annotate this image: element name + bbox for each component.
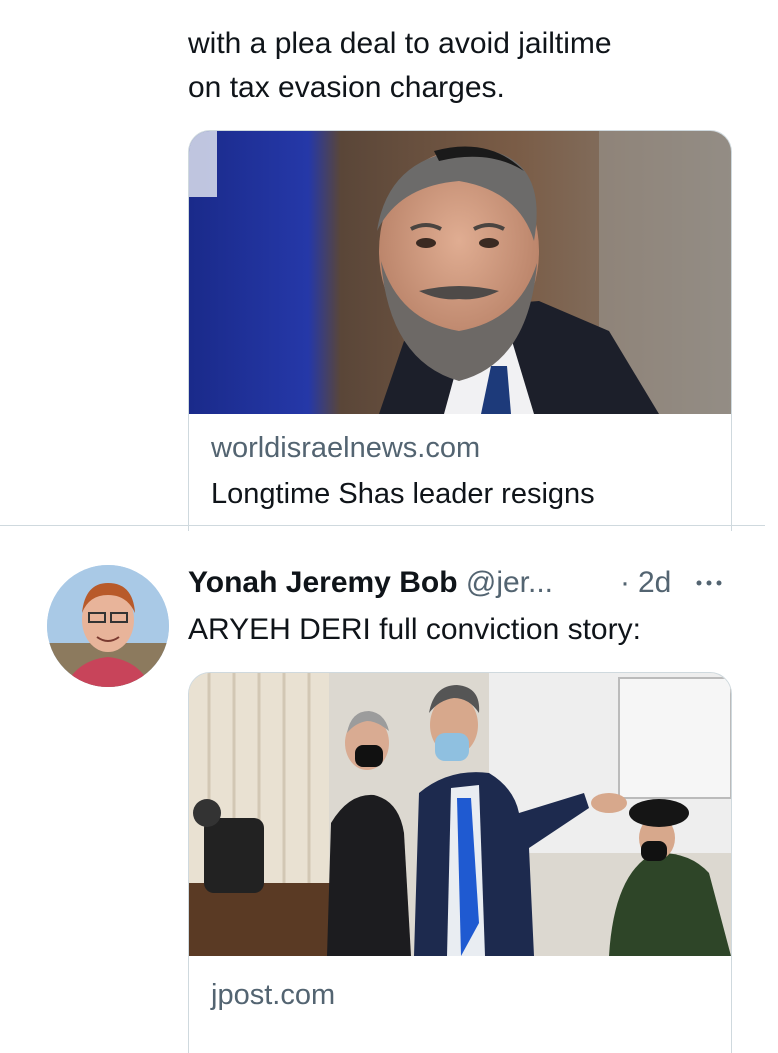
tweet-text-line-1: with a plea deal to avoid jailtime — [188, 27, 612, 60]
card-domain: worldisraelnews.com — [211, 432, 481, 464]
author-name[interactable]: Yonah Jeremy Bob — [188, 566, 458, 599]
more-icon[interactable] — [694, 568, 724, 594]
tweet-text-line-2: on tax evasion charges. — [188, 71, 505, 104]
tweet-timestamp[interactable]: 2d — [638, 561, 671, 605]
card-image-deri-portrait[interactable] — [189, 131, 731, 414]
link-card-worldisraelnews[interactable]: worldisraelnews.com Longtime Shas leader… — [188, 130, 732, 531]
tweet-divider — [0, 525, 765, 526]
courtroom-photo — [189, 673, 731, 956]
link-card-jpost[interactable]: jpost.com — [188, 672, 732, 1053]
avatar-photo — [47, 565, 169, 687]
card-domain: jpost.com — [211, 979, 336, 1011]
card-image-courtroom[interactable] — [189, 673, 731, 956]
author-handle[interactable]: @jer... — [466, 566, 553, 599]
avatar[interactable] — [47, 565, 169, 687]
card-title: Longtime Shas leader resigns — [211, 478, 595, 510]
portrait-photo — [189, 131, 731, 414]
tweet-text: ARYEH DERI full conviction story: — [188, 613, 641, 646]
separator-dot: · — [620, 566, 630, 599]
tweet-header: Yonah Jeremy Bob @jer... — [188, 561, 553, 605]
more-icon — [696, 580, 722, 586]
